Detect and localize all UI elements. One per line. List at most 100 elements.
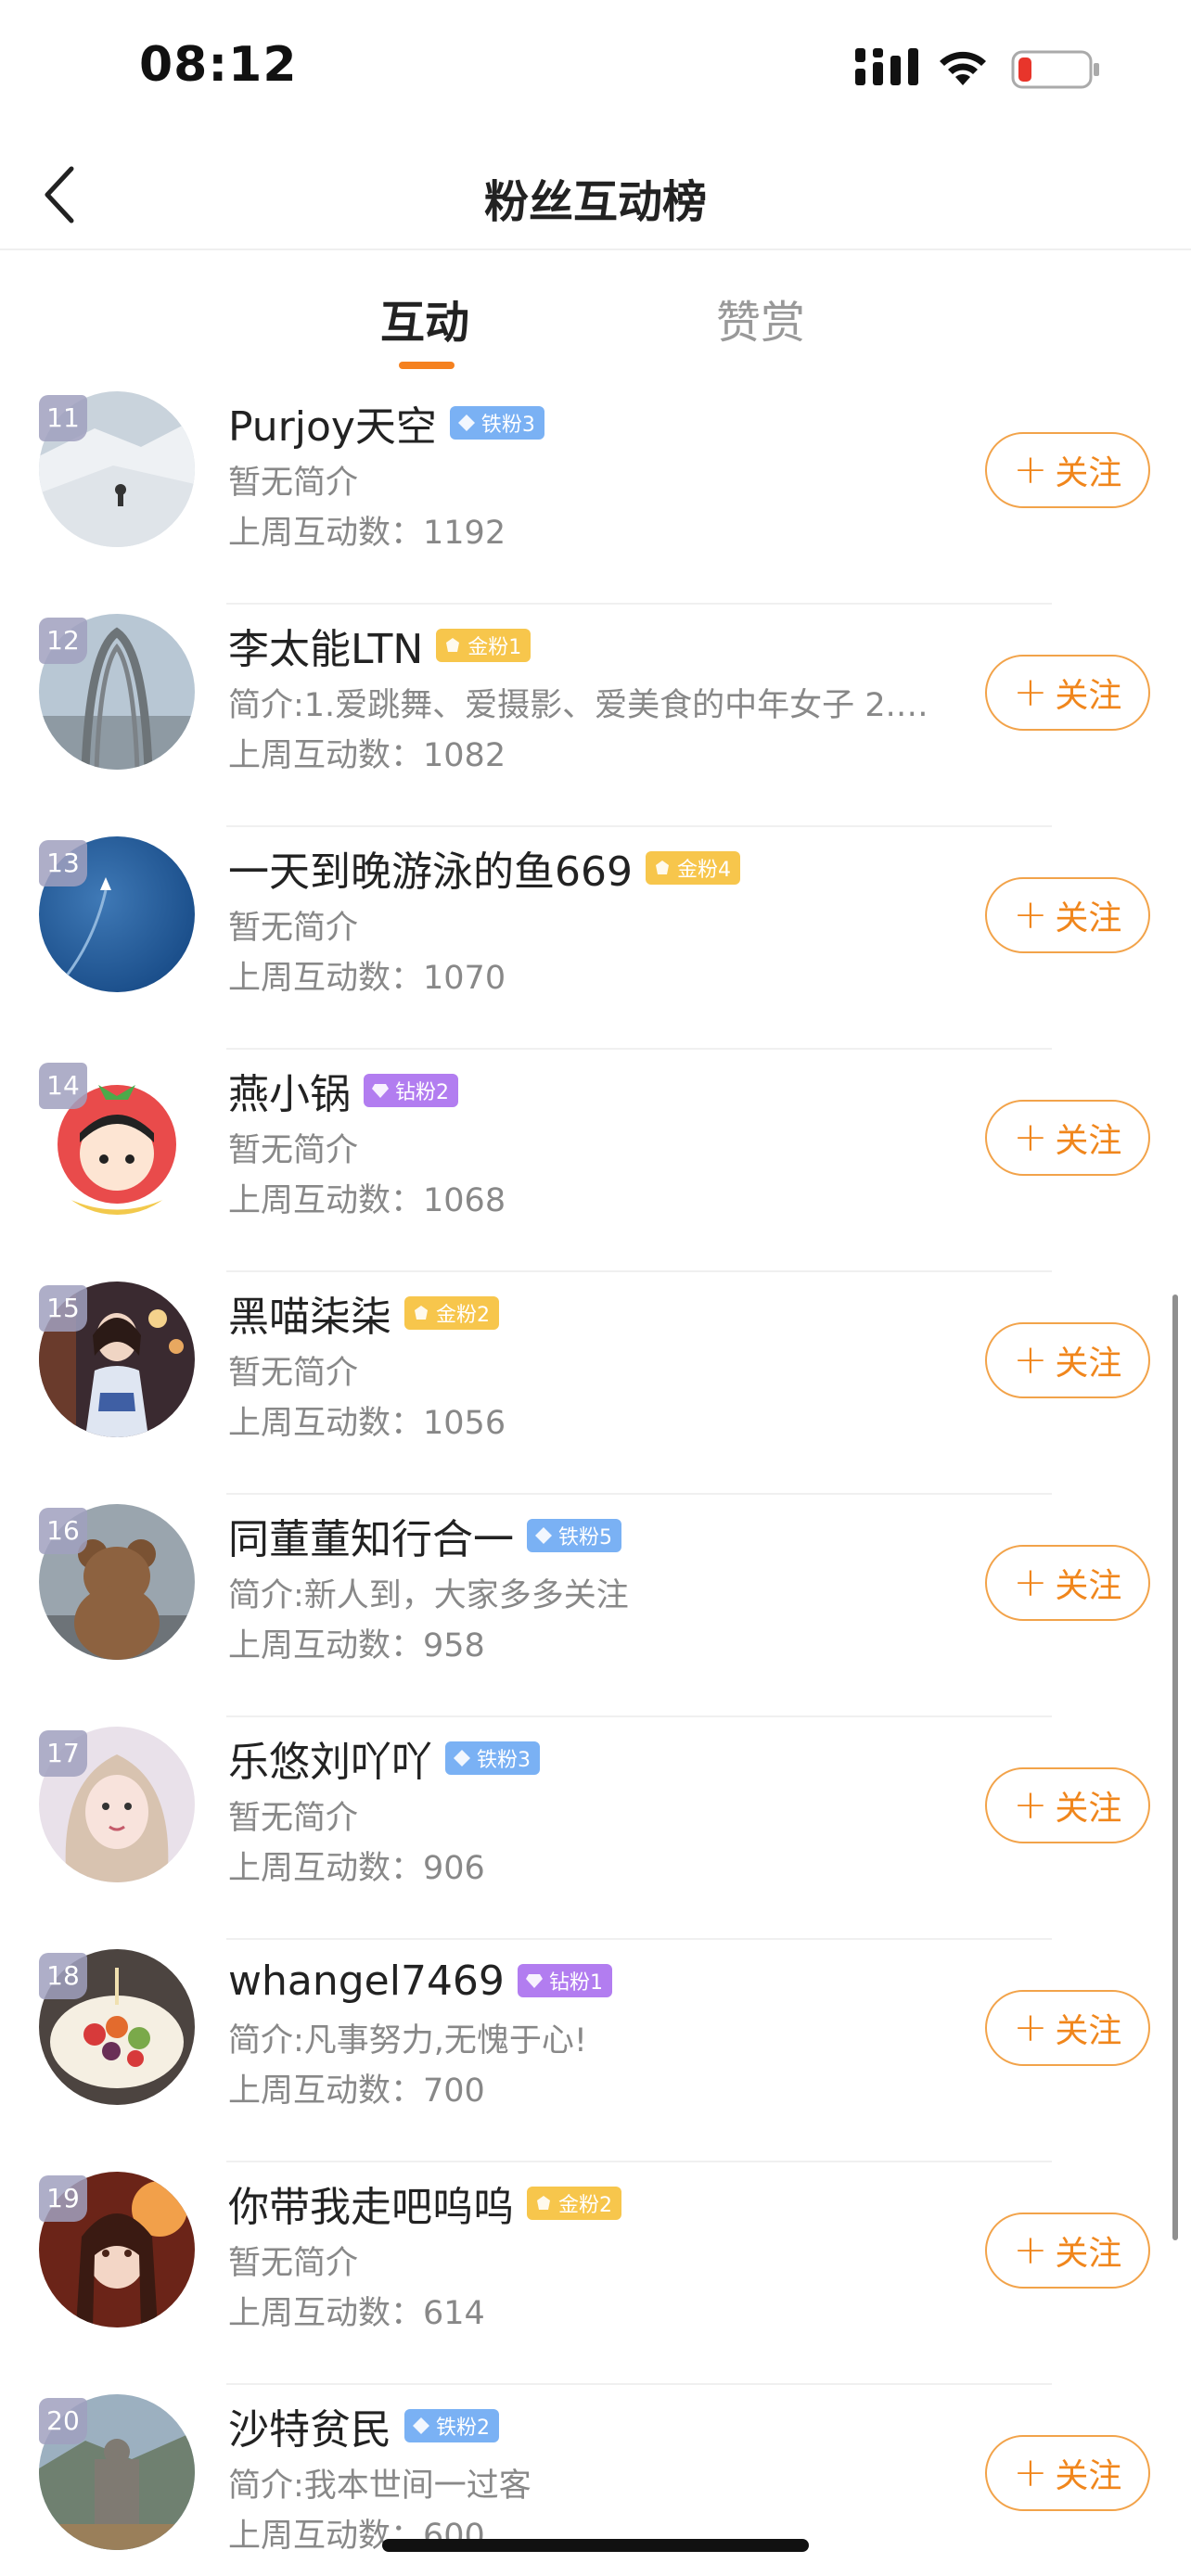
fan-name[interactable]: 一天到晚游泳的鱼669 [228,838,633,898]
stat-value: 614 [423,2295,485,2332]
follow-label: 关注 [1055,899,1122,937]
fan-bio: 简介:新人到，大家多多关注 [228,1577,629,1614]
gem-icon [655,861,669,874]
gem-icon [413,2417,429,2434]
home-indicator [382,2539,809,2552]
follow-button[interactable]: + 关注 [985,877,1150,953]
gem-icon [454,1750,470,1766]
fan-level-badge: 铁粉5 [527,1519,621,1552]
fan-name[interactable]: 沙特贫民 [228,2396,391,2455]
rank-badge: 11 [39,395,87,441]
rank-badge: 18 [39,1953,87,1999]
fan-row[interactable]: 11 Purjoy天空 铁粉3 暂无简介上周互动数：1192 + 关注 [0,382,1191,605]
fan-row[interactable]: 14 燕小锅 钻粉2 暂无简介 上周互动数：1068 + 关注 [0,1050,1191,1272]
plus-icon: + [1013,2004,1048,2051]
rank-badge: 19 [39,2175,87,2222]
fan-level-label: 钻粉1 [548,1971,603,1995]
follow-label: 关注 [1055,2457,1122,2495]
gem-icon [525,1974,543,1988]
gem-icon [415,1306,428,1320]
follow-label: 关注 [1055,677,1122,715]
fan-name[interactable]: 黑喵柒柒 [228,1283,391,1343]
stat-label: 上周互动数： [228,1850,424,1887]
stat-value: 1082 [423,737,506,774]
gem-icon [457,414,475,431]
fan-level-label: 铁粉3 [477,1749,531,1772]
stat-label: 上周互动数： [228,2072,424,2110]
fan-row[interactable]: 19 你带我走吧呜呜 金粉2 暂无简介 上周互动数：614 + 关注 [0,2162,1191,2385]
plus-icon: + [1013,1781,1048,1829]
fan-row[interactable]: 18 whangel7469 钻粉1 简介:凡事努力,无愧于心! 上周互动数：700 + 关… [0,1940,1191,2162]
rank-badge: 15 [39,1285,87,1332]
fan-bio: 简介:我本世间一过客 [228,2468,531,2505]
follow-button[interactable]: + 关注 [985,655,1150,731]
follow-button[interactable]: + 关注 [985,2213,1150,2289]
fan-name[interactable]: 李太能LTN [228,616,423,675]
fan-name[interactable]: 同董董知行合一 [228,1506,514,1565]
active-tab-indicator [399,362,455,369]
fan-bio: 简介:凡事努力,无愧于心! [228,2022,587,2060]
stat-value: 1192 [423,515,506,552]
fan-name[interactable]: 燕小锅 [228,1061,351,1120]
stat-value: 700 [423,2072,485,2110]
scrollbar[interactable] [1172,1294,1178,2240]
fan-level-badge: 钻粉1 [517,1964,612,1997]
fan-row[interactable]: 12 李太能LTN 金粉1 简介:1.爱跳舞、爱摄影、爱美食的中年女子 2.… 上周互动… [0,605,1191,827]
fan-level-label: 铁粉2 [436,2417,490,2440]
follow-button[interactable]: + 关注 [985,432,1150,508]
plus-icon: + [1013,891,1048,938]
fan-bio: 暂无简介 [228,1132,359,1169]
follow-button[interactable]: + 关注 [985,1545,1150,1621]
gem-icon [537,2196,550,2210]
fan-row[interactable]: 13 一天到晚游泳的鱼669 金粉4 暂无简介 上周互动数：1070 + 关注 [0,827,1191,1050]
follow-label: 关注 [1055,1790,1122,1828]
fan-name[interactable]: 乐悠刘吖吖 [228,1728,432,1788]
status-time: 08:12 [139,37,298,93]
stat-value: 1070 [423,960,506,997]
stat-label: 上周互动数： [228,1182,424,1219]
name-line: 黑喵柒柒 金粉2 [228,1285,499,1341]
weekly-interaction-stat: 上周互动数：906 [228,1842,485,1889]
fan-name[interactable]: whangel7469 [228,1958,505,2005]
navigation-bar: 粉丝互动榜 [0,139,1191,250]
fan-level-label: 金粉4 [676,859,731,882]
follow-button[interactable]: + 关注 [985,1100,1150,1176]
fan-row[interactable]: 15 黑喵柒柒 金粉2 暂无简介 上周互动数：1056 + 关注 [0,1272,1191,1495]
follow-button[interactable]: + 关注 [985,1990,1150,2066]
rank-badge: 17 [39,1730,87,1777]
fan-level-badge: 金粉1 [436,629,531,662]
follow-button[interactable]: + 关注 [985,1767,1150,1843]
wifi-icon [940,51,986,85]
stat-label: 上周互动数： [228,1405,424,1442]
battery-low-icon [1011,50,1099,89]
stat-label: 上周互动数： [228,960,424,997]
fan-level-label: 钻粉2 [395,1081,449,1104]
fan-level-badge: 铁粉3 [449,406,544,440]
tab-interaction[interactable]: 互动 [380,286,469,351]
stat-label: 上周互动数： [228,2295,424,2332]
stat-label: 上周互动数： [228,515,424,552]
plus-icon: + [1013,1559,1048,1606]
follow-button[interactable]: + 关注 [985,2435,1150,2511]
name-line: 你带我走吧呜呜 金粉2 [228,2175,621,2231]
name-line: whangel7469 钻粉1 [228,1953,612,2009]
fan-name[interactable]: 你带我走吧呜呜 [228,2174,514,2233]
follow-button[interactable]: + 关注 [985,1322,1150,1398]
cellular-signal-icon [855,48,918,85]
tab-appreciation[interactable]: 赞赏 [716,286,805,351]
fan-name[interactable]: Purjoy天空 [228,393,437,453]
fan-row[interactable]: 17 乐悠刘吖吖 铁粉3 暂无简介 上周互动数：906 + 关注 [0,1717,1191,1940]
fan-level-badge: 金粉2 [527,2187,621,2220]
stat-label: 上周互动数： [228,737,424,774]
fan-bio: 暂无简介 [228,910,359,947]
fan-row[interactable]: 16 同董董知行合一 铁粉5 简介:新人到，大家多多关注 上周互动数：958 + 关注 [0,1495,1191,1717]
name-line: 同董董知行合一 铁粉5 [228,1508,621,1563]
fan-level-badge: 钻粉2 [364,1074,458,1107]
plus-icon: + [1013,2226,1048,2274]
fan-bio: 暂无简介 [228,465,359,502]
follow-label: 关注 [1055,1567,1122,1605]
weekly-interaction-stat: 上周互动数：614 [228,2287,485,2334]
plus-icon: + [1013,1336,1048,1384]
plus-icon: + [1013,2449,1048,2496]
weekly-interaction-stat: 上周互动数：1192 [228,506,506,554]
